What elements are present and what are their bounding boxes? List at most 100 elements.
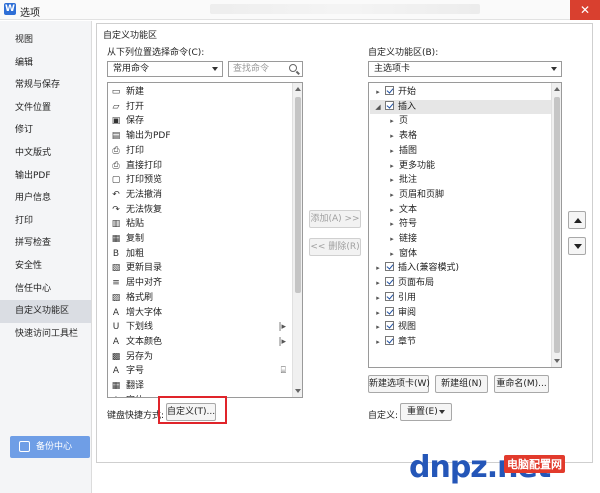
tab-checkbox[interactable] xyxy=(385,306,394,316)
tab-checkbox[interactable] xyxy=(385,335,394,345)
tab-checkbox[interactable] xyxy=(385,100,394,110)
scroll-thumb[interactable] xyxy=(554,97,560,353)
expand-arrow-icon[interactable]: ▸ xyxy=(374,335,382,350)
ribbon-tree-item[interactable]: ▸ 批注 xyxy=(370,173,551,188)
command-item[interactable]: ▨ 格式刷 xyxy=(111,291,286,306)
ribbon-tree-item[interactable]: ▸ 插入(兼容模式) xyxy=(370,261,551,276)
collapse-arrow-icon[interactable]: ◢ xyxy=(374,100,382,115)
add-button[interactable]: 添加(A) >> xyxy=(309,210,361,228)
expand-arrow-icon[interactable]: ▸ xyxy=(374,306,382,321)
command-item[interactable]: ▣ 保存 xyxy=(111,114,286,129)
command-item[interactable]: ▢ 打印预览 xyxy=(111,173,286,188)
move-down-button[interactable] xyxy=(568,237,586,255)
tab-checkbox[interactable] xyxy=(385,86,394,95)
expand-arrow-icon[interactable]: ▸ xyxy=(388,232,396,247)
sidebar-item[interactable]: 信任中心 xyxy=(0,278,91,301)
sidebar-item[interactable]: 中文版式 xyxy=(0,142,91,165)
scroll-down-icon[interactable] xyxy=(554,359,560,363)
expand-arrow-icon[interactable]: ▸ xyxy=(388,129,396,144)
command-item[interactable]: ▩ 另存为 xyxy=(111,350,286,365)
ribbon-tree-item[interactable]: ▸ 插图 xyxy=(370,144,551,159)
scroll-thumb[interactable] xyxy=(295,97,301,293)
command-item[interactable]: ↷ 无法恢复 xyxy=(111,203,286,218)
expand-arrow-icon[interactable]: ▸ xyxy=(388,203,396,218)
ribbon-tree-item[interactable]: ▸ 更多功能 xyxy=(370,159,551,174)
new-tab-button[interactable]: 新建选项卡(W) xyxy=(368,375,430,393)
sidebar-item[interactable]: 编辑 xyxy=(0,52,91,75)
tab-checkbox[interactable] xyxy=(385,262,394,272)
sidebar-item[interactable]: 输出PDF xyxy=(0,165,91,188)
ribbon-tree-item[interactable]: ▸ 开始 xyxy=(370,85,551,100)
remove-button[interactable]: << 删除(R) xyxy=(309,238,361,256)
sidebar-item[interactable]: 文件位置 xyxy=(0,97,91,120)
expand-arrow-icon[interactable]: ▸ xyxy=(374,276,382,291)
tab-checkbox[interactable] xyxy=(385,277,394,287)
expand-arrow-icon[interactable]: ▸ xyxy=(374,261,382,276)
command-item[interactable]: ⎙ 直接打印 xyxy=(111,159,286,174)
command-item[interactable]: ▧ 更新目录 xyxy=(111,261,286,276)
command-list[interactable]: ▭ 新建 ▱ 打开 ▣ 保存 ▤ 输出为PDF ⎙ 打印 ⎙ 直接打印 ▢ 打印预览 ↶ 无法撤消 ↷ 无法恢复 ▥… xyxy=(107,82,303,398)
backup-center-button[interactable]: 备份中心 xyxy=(10,436,90,458)
command-item[interactable]: ▭ 新建 xyxy=(111,85,286,100)
ribbon-tree-item[interactable]: ▸ 页眉和页脚 xyxy=(370,188,551,203)
expand-arrow-icon[interactable]: ▸ xyxy=(388,188,396,203)
reset-dropdown-button[interactable]: 重置(E) xyxy=(400,403,452,421)
move-up-button[interactable] xyxy=(568,211,586,229)
command-item[interactable]: ↶ 无法撤消 xyxy=(111,188,286,203)
ribbon-tree-item[interactable]: ▸ 链接 xyxy=(370,232,551,247)
new-group-button[interactable]: 新建组(N) xyxy=(435,375,488,393)
ribbon-tree-item[interactable]: ▸ 页面布局 xyxy=(370,276,551,291)
command-list-scrollbar[interactable] xyxy=(292,83,302,397)
command-item[interactable]: A 字号 ⌸ xyxy=(111,364,286,379)
scroll-up-icon[interactable] xyxy=(554,87,560,91)
command-item[interactable]: ▥ 粘贴 xyxy=(111,217,286,232)
expand-arrow-icon[interactable]: ▸ xyxy=(388,159,396,174)
scroll-down-icon[interactable] xyxy=(295,389,301,393)
expand-arrow-icon[interactable]: ▸ xyxy=(388,173,396,188)
rename-button[interactable]: 重命名(M)... xyxy=(494,375,549,393)
command-item[interactable]: ▤ 输出为PDF xyxy=(111,129,286,144)
ribbon-tree[interactable]: ▸ 开始 ◢ 插入 ▸ 页 ▸ 表格 ▸ 插图 ▸ 更多功能 ▸ 批注 ▸ 页眉和页脚 ▸ 文本 ▸ 符号 ▸ 链接 ▸ 窗体… xyxy=(368,82,562,368)
sidebar-item[interactable]: 自定义功能区 xyxy=(0,300,91,323)
sidebar-item[interactable]: 安全性 xyxy=(0,255,91,278)
sidebar-item[interactable]: 用户信息 xyxy=(0,187,91,210)
ribbon-tree-item[interactable]: ▸ 视图 xyxy=(370,320,551,335)
expand-arrow-icon[interactable]: ▸ xyxy=(374,85,382,100)
command-source-select[interactable]: 常用命令 xyxy=(107,61,223,77)
scroll-up-icon[interactable] xyxy=(295,87,301,91)
command-item[interactable]: U 下划线 |▸ xyxy=(111,320,286,335)
expand-arrow-icon[interactable]: ▸ xyxy=(388,144,396,159)
command-item[interactable]: ⎙ 打印 xyxy=(111,144,286,159)
ribbon-tabs-select[interactable]: 主选项卡 xyxy=(368,61,562,77)
sidebar-item[interactable]: 视图 xyxy=(0,29,91,52)
close-button[interactable]: ✕ xyxy=(570,0,600,20)
ribbon-tree-item[interactable]: ▸ 章节 xyxy=(370,335,551,350)
command-item[interactable]: ▱ 打开 xyxy=(111,100,286,115)
tab-checkbox[interactable] xyxy=(385,321,394,331)
ribbon-tree-item[interactable]: ▸ 窗体 xyxy=(370,247,551,262)
command-item[interactable]: ≡ 居中对齐 xyxy=(111,276,286,291)
ribbon-tree-item[interactable]: ▸ 文本 xyxy=(370,203,551,218)
expand-arrow-icon[interactable]: ▸ xyxy=(374,291,382,306)
command-item[interactable]: ▦ 复制 xyxy=(111,232,286,247)
command-item[interactable]: ▦ 翻译 xyxy=(111,379,286,394)
command-item[interactable]: A 文本颜色 |▸ xyxy=(111,335,286,350)
expand-arrow-icon[interactable]: ▸ xyxy=(374,320,382,335)
ribbon-tree-item[interactable]: ◢ 插入 xyxy=(370,99,551,115)
expand-arrow-icon[interactable]: ▸ xyxy=(388,114,396,129)
sidebar-item[interactable]: 快速访问工具栏 xyxy=(0,323,91,346)
ribbon-tree-item[interactable]: ▸ 引用 xyxy=(370,291,551,306)
expand-arrow-icon[interactable]: ▸ xyxy=(388,247,396,262)
ribbon-tree-item[interactable]: ▸ 表格 xyxy=(370,129,551,144)
ribbon-tree-item[interactable]: ▸ 符号 xyxy=(370,217,551,232)
sidebar-item[interactable]: 打印 xyxy=(0,210,91,233)
tab-checkbox[interactable] xyxy=(385,291,394,301)
command-item[interactable]: A 增大字体 xyxy=(111,306,286,321)
sidebar-item[interactable]: 修订 xyxy=(0,119,91,142)
command-search-input[interactable]: 查找命令 xyxy=(228,61,303,77)
ribbon-tree-item[interactable]: ▸ 审阅 xyxy=(370,306,551,321)
ribbon-tree-scrollbar[interactable] xyxy=(551,83,561,367)
sidebar-item[interactable]: 拼写检查 xyxy=(0,232,91,255)
expand-arrow-icon[interactable]: ▸ xyxy=(388,217,396,232)
sidebar-item[interactable]: 常规与保存 xyxy=(0,74,91,97)
